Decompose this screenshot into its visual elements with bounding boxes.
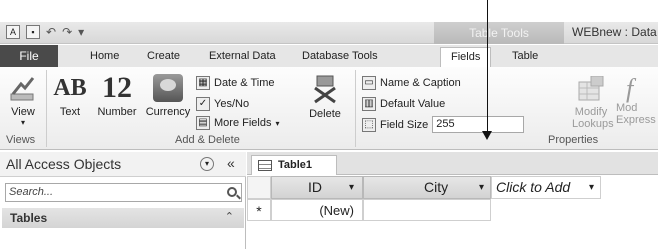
column-header-id[interactable]: ID ▾ [271,176,363,199]
text-field-label: Text [59,106,81,118]
view-label: View [11,106,35,118]
column-caption: Click to Add [496,179,571,195]
checkbox-icon: ✓ [196,97,210,111]
city-cell[interactable] [363,199,491,221]
more-fields-label: More Fields [214,117,272,129]
modify-expression-label-line2: Express [616,114,656,126]
calendar-icon: ▦ [196,76,210,90]
view-dropdown-icon: ▾ [20,118,25,127]
modify-lookups-icon [578,76,604,101]
chevron-down-icon[interactable]: ▾ [589,177,594,198]
number-field-button[interactable]: 12 Number [91,71,143,119]
add-delete-group-label: Add & Delete [175,134,240,146]
nav-title[interactable]: All Access Objects [6,156,121,172]
table-row[interactable]: * (New) [247,199,658,221]
text-field-button[interactable]: AB Text [50,74,90,118]
column-header-click-to-add[interactable]: Click to Add ▾ [491,176,601,199]
date-time-button[interactable]: ▦ Date & Time [196,76,275,90]
tab-table[interactable]: Table [512,47,538,67]
view-button[interactable]: View ▾ [6,76,40,127]
tab-external-data[interactable]: External Data [209,47,276,67]
text-field-icon: AB [53,75,87,101]
document-tab-label: Table1 [278,159,313,171]
ribbon-tab-row: Home Create External Data Database Tools… [0,45,658,67]
number-field-label: Number [97,106,137,118]
yes-no-button[interactable]: ✓ Yes/No [196,97,249,111]
name-caption-button[interactable]: ▭ Name & Caption [362,76,461,90]
more-fields-dropdown-icon: ▾ [275,118,280,128]
currency-field-button[interactable]: Currency [143,74,193,118]
delete-field-label: Delete [309,108,341,120]
date-time-label: Date & Time [214,77,275,89]
chevron-down-icon[interactable]: ▾ [349,177,354,198]
new-record-marker: * [247,199,271,221]
modify-lookups-label-line2: Lookups [572,118,614,130]
properties-group-label: Properties [548,134,599,146]
modify-lookups-button[interactable]: Modify Lookups [572,76,614,130]
app-title: WEBnew : Data [572,25,657,39]
nav-section-tables[interactable]: Tables ⌃ [2,208,244,228]
name-caption-label: Name & Caption [380,77,461,89]
redo-icon[interactable]: ↷ [62,25,72,39]
context-tab-table-tools: Table Tools [434,22,564,44]
tab-create[interactable]: Create [147,47,180,67]
customize-qat-icon[interactable]: ▾ [78,25,84,39]
id-cell[interactable]: (New) [271,199,363,221]
navigation-pane: All Access Objects ▾ « Search... Tables … [0,152,246,249]
column-caption: ID [308,179,322,195]
default-value-icon: ▥ [362,97,376,111]
name-caption-icon: ▭ [362,76,376,90]
tab-file[interactable]: File [0,45,58,67]
tab-database-tools[interactable]: Database Tools [302,47,378,67]
quick-access-toolbar: A ▪ ↶ ↷ ▾ [6,25,84,39]
delete-field-icon [314,75,336,104]
function-icon: f [626,74,634,103]
access-app-icon[interactable]: A [6,25,20,39]
modify-lookups-label-line1: Modify [574,106,608,118]
datasheet-header: ID ▾ City ▾ Click to Add ▾ [247,176,658,199]
undo-icon[interactable]: ↶ [46,25,56,39]
search-input[interactable]: Search... [5,183,242,202]
number-field-icon: 12 [102,71,132,104]
group-separator [355,70,356,147]
more-fields-button[interactable]: ▤ More Fields ▾ [196,116,279,130]
field-size-row: ⬚ Field Size 255 [362,116,525,133]
tab-fields[interactable]: Fields [440,47,492,67]
collapse-section-icon[interactable]: ⌃ [225,210,234,223]
select-all-cell[interactable] [247,176,271,199]
currency-field-label: Currency [145,106,191,118]
delete-field-button[interactable]: Delete [302,74,348,120]
field-size-input[interactable]: 255 [432,116,525,133]
document-tab-bar: Table1 [247,152,658,175]
view-icon [10,77,35,101]
yes-no-label: Yes/No [214,98,250,110]
default-value-label: Default Value [380,98,446,110]
field-size-icon: ⬚ [362,117,376,132]
column-header-city[interactable]: City ▾ [363,176,491,199]
document-tab-table1[interactable]: Table1 [251,155,337,175]
nav-header: All Access Objects ▾ « [0,152,246,177]
chevron-down-icon[interactable]: ▾ [200,157,214,171]
tab-home[interactable]: Home [90,47,119,67]
field-size-label: Field Size [380,118,429,131]
search-placeholder: Search... [9,186,54,198]
annotation-arrow-line [487,0,488,133]
search-icon[interactable] [227,187,237,197]
annotation-area [0,0,658,22]
views-group-label: Views [6,134,36,146]
group-separator [46,70,47,147]
chevron-down-icon[interactable]: ▾ [479,177,484,198]
save-icon[interactable]: ▪ [26,25,40,39]
modify-expression-label-line1: Mod [616,102,638,114]
column-caption: City [424,179,449,195]
table-grid-icon: ▤ [196,116,210,130]
currency-field-icon [153,74,183,102]
default-value-button[interactable]: ▥ Default Value [362,97,445,111]
modify-expression-button[interactable]: f Mod Express [616,74,658,127]
table-icon [258,160,272,171]
nav-section-label: Tables [10,211,48,225]
annotation-arrow-head [482,131,492,140]
collapse-pane-icon[interactable]: « [227,155,235,171]
